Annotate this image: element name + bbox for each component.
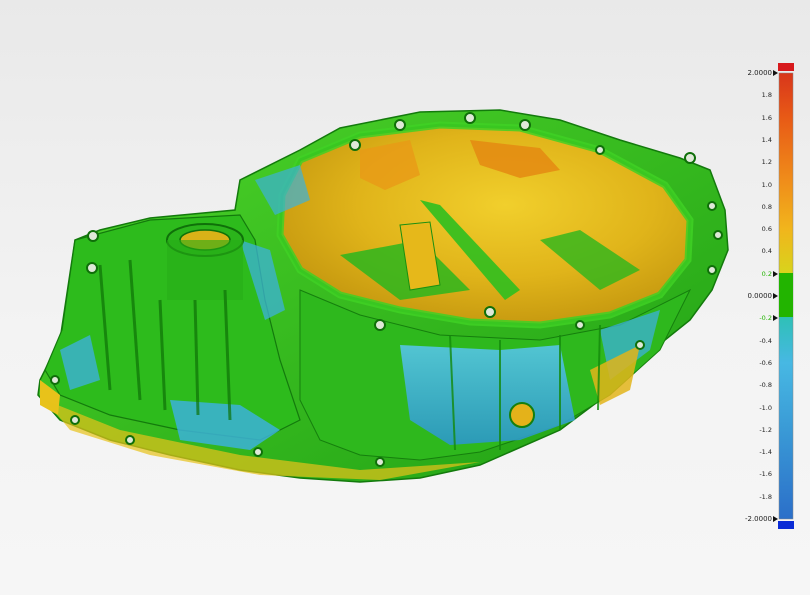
scale-min-label: -2.0000 [744,515,772,523]
scale-tick-label-pointer [773,315,778,322]
scale-tick-label: 1.8 [761,91,772,100]
scale-tick-label: -1.6 [759,470,772,479]
scale-tick-label: -0.4 [759,336,772,345]
color-scale-bar [778,63,794,529]
scale-tick-label: 0.8 [761,202,772,211]
scale-tick-label: -1.8 [759,492,772,501]
bearing-boss-wall [167,240,243,300]
scale-tick-label: -0.8 [759,381,772,390]
port-hole [509,402,535,428]
scale-max-label: 2.0000 [747,69,773,77]
scale-tick-label: -1.4 [759,448,772,457]
scale-tick-label: 1.6 [761,113,772,122]
scale-tick-label-pointer [773,270,778,277]
scale-zero-label: 0.0000 [747,292,773,300]
lower-out-of-tolerance-swatch [778,521,794,529]
scale-tick-label: 0.2 [761,269,772,278]
deviation-color-map-viewport[interactable] [0,0,810,595]
scale-tick-label: 0.6 [761,225,772,234]
scale-tick-label: -1.0 [759,403,772,412]
scale-tick-label: 0.4 [761,247,772,256]
scale-tick-label: -0.2 [759,314,772,323]
scale-tick-label: 1.0 [761,180,772,189]
scale-min-label-pointer [773,516,778,522]
upper-out-of-tolerance-swatch [778,63,794,71]
scale-tick-label: -0.6 [759,358,772,367]
gearbox-housing-model[interactable] [37,109,729,483]
scale-tick-label: -1.2 [759,425,772,434]
scale-tick-label: 1.4 [761,135,772,144]
scale-zero-label-pointer [773,293,778,299]
tolerance-band [779,273,793,317]
scale-tick-label: 1.2 [761,158,772,167]
scale-max-label-pointer [773,70,778,76]
